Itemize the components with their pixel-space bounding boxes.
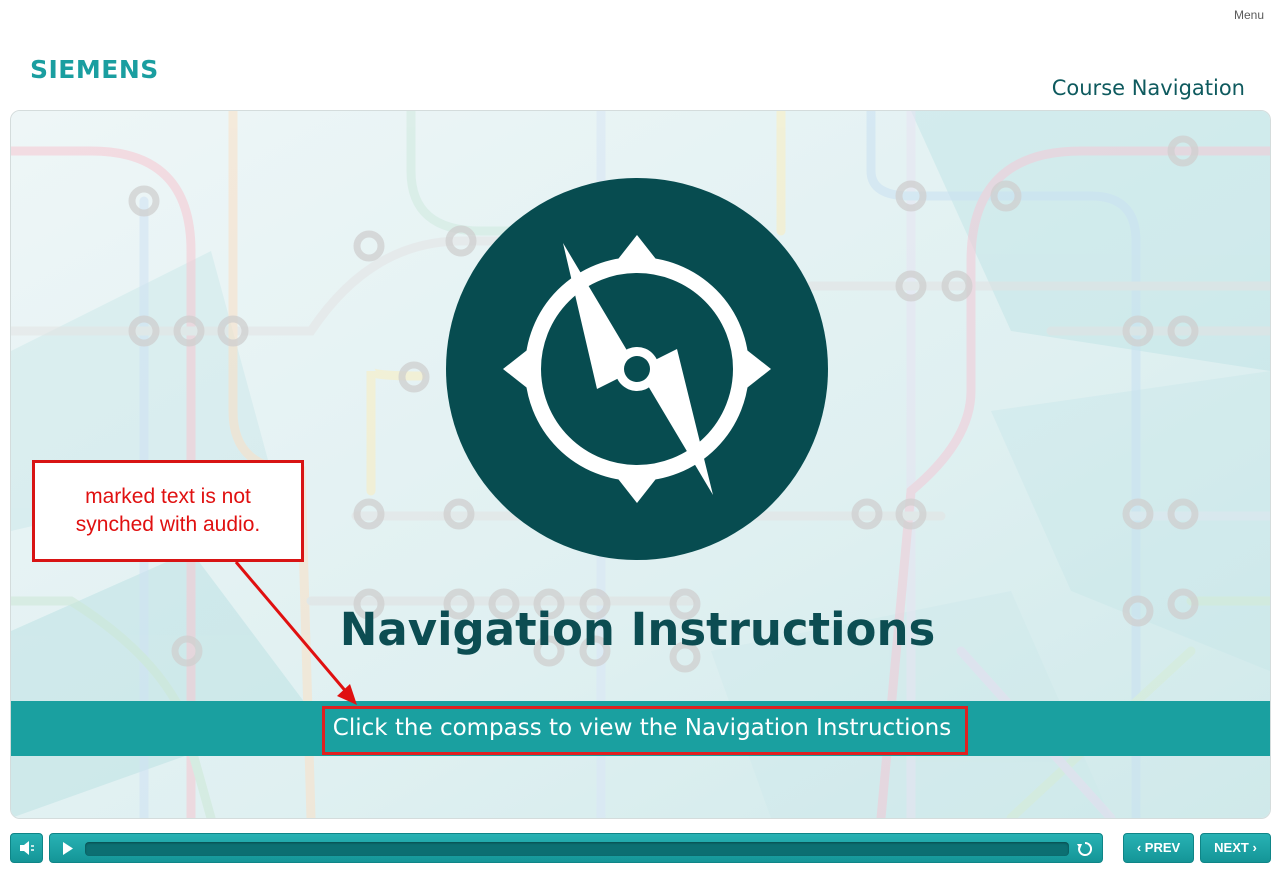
callout-text: marked text is not synched with audio. [75, 485, 261, 536]
instruction-text: Click the compass to view the Navigation… [332, 715, 952, 741]
course-title: Course Navigation [1051, 76, 1245, 100]
prev-button[interactable]: ‹ PREV [1123, 833, 1194, 863]
volume-button[interactable] [10, 833, 43, 863]
seek-bar[interactable] [49, 833, 1103, 863]
siemens-logo: SIEMENS [30, 55, 159, 84]
progress-track[interactable] [85, 842, 1069, 856]
player-controls: ‹ PREV NEXT › [0, 830, 1280, 866]
compass-button[interactable] [446, 178, 828, 560]
slide-title: Navigation Instructions [339, 603, 936, 656]
instruction-band: Click the compass to view the Navigation… [11, 701, 1270, 756]
chevron-left-icon: ‹ [1136, 840, 1142, 855]
compass-icon [503, 235, 771, 503]
play-icon[interactable] [62, 842, 74, 855]
next-button[interactable]: NEXT › [1200, 833, 1271, 863]
replay-icon[interactable] [1077, 841, 1093, 857]
menu-link[interactable]: Menu [1234, 8, 1264, 22]
prev-label: PREV [1144, 840, 1181, 855]
annotation-callout: marked text is not synched with audio. [32, 460, 304, 562]
next-label: NEXT [1214, 840, 1249, 855]
chevron-right-icon: › [1252, 840, 1257, 855]
volume-icon [20, 841, 34, 855]
